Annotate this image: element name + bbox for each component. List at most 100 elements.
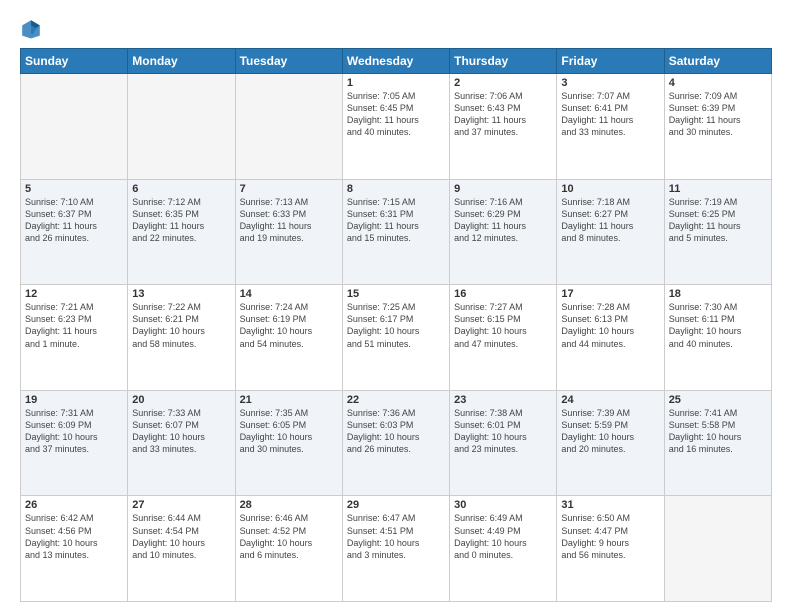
day-info: Sunrise: 6:46 AM Sunset: 4:52 PM Dayligh… <box>240 512 338 561</box>
calendar-cell: 8Sunrise: 7:15 AM Sunset: 6:31 PM Daylig… <box>342 179 449 285</box>
calendar-cell: 25Sunrise: 7:41 AM Sunset: 5:58 PM Dayli… <box>664 390 771 496</box>
day-number: 17 <box>561 288 659 300</box>
day-number: 7 <box>240 183 338 195</box>
weekday-header-friday: Friday <box>557 49 664 74</box>
weekday-header-tuesday: Tuesday <box>235 49 342 74</box>
calendar-cell: 16Sunrise: 7:27 AM Sunset: 6:15 PM Dayli… <box>450 285 557 391</box>
calendar-cell: 30Sunrise: 6:49 AM Sunset: 4:49 PM Dayli… <box>450 496 557 602</box>
day-number: 30 <box>454 499 552 511</box>
day-info: Sunrise: 6:49 AM Sunset: 4:49 PM Dayligh… <box>454 512 552 561</box>
day-info: Sunrise: 7:16 AM Sunset: 6:29 PM Dayligh… <box>454 196 552 245</box>
calendar-cell <box>21 74 128 180</box>
calendar-cell: 23Sunrise: 7:38 AM Sunset: 6:01 PM Dayli… <box>450 390 557 496</box>
logo <box>20 18 46 40</box>
calendar-cell: 10Sunrise: 7:18 AM Sunset: 6:27 PM Dayli… <box>557 179 664 285</box>
day-info: Sunrise: 7:19 AM Sunset: 6:25 PM Dayligh… <box>669 196 767 245</box>
day-info: Sunrise: 7:13 AM Sunset: 6:33 PM Dayligh… <box>240 196 338 245</box>
day-number: 21 <box>240 394 338 406</box>
day-info: Sunrise: 7:09 AM Sunset: 6:39 PM Dayligh… <box>669 90 767 139</box>
calendar-week-row: 5Sunrise: 7:10 AM Sunset: 6:37 PM Daylig… <box>21 179 772 285</box>
day-info: Sunrise: 7:39 AM Sunset: 5:59 PM Dayligh… <box>561 407 659 456</box>
day-number: 3 <box>561 77 659 89</box>
day-info: Sunrise: 7:30 AM Sunset: 6:11 PM Dayligh… <box>669 301 767 350</box>
calendar-table: SundayMondayTuesdayWednesdayThursdayFrid… <box>20 48 772 602</box>
day-info: Sunrise: 7:38 AM Sunset: 6:01 PM Dayligh… <box>454 407 552 456</box>
day-number: 8 <box>347 183 445 195</box>
calendar-cell: 21Sunrise: 7:35 AM Sunset: 6:05 PM Dayli… <box>235 390 342 496</box>
day-number: 14 <box>240 288 338 300</box>
day-number: 15 <box>347 288 445 300</box>
calendar-week-row: 12Sunrise: 7:21 AM Sunset: 6:23 PM Dayli… <box>21 285 772 391</box>
calendar-cell: 13Sunrise: 7:22 AM Sunset: 6:21 PM Dayli… <box>128 285 235 391</box>
weekday-header-sunday: Sunday <box>21 49 128 74</box>
calendar-week-row: 19Sunrise: 7:31 AM Sunset: 6:09 PM Dayli… <box>21 390 772 496</box>
calendar-cell: 6Sunrise: 7:12 AM Sunset: 6:35 PM Daylig… <box>128 179 235 285</box>
day-info: Sunrise: 7:41 AM Sunset: 5:58 PM Dayligh… <box>669 407 767 456</box>
calendar-cell: 11Sunrise: 7:19 AM Sunset: 6:25 PM Dayli… <box>664 179 771 285</box>
weekday-header-monday: Monday <box>128 49 235 74</box>
calendar-cell: 18Sunrise: 7:30 AM Sunset: 6:11 PM Dayli… <box>664 285 771 391</box>
day-number: 9 <box>454 183 552 195</box>
calendar-cell <box>664 496 771 602</box>
calendar-cell: 31Sunrise: 6:50 AM Sunset: 4:47 PM Dayli… <box>557 496 664 602</box>
calendar-week-row: 1Sunrise: 7:05 AM Sunset: 6:45 PM Daylig… <box>21 74 772 180</box>
calendar-cell: 14Sunrise: 7:24 AM Sunset: 6:19 PM Dayli… <box>235 285 342 391</box>
day-info: Sunrise: 7:21 AM Sunset: 6:23 PM Dayligh… <box>25 301 123 350</box>
day-number: 20 <box>132 394 230 406</box>
day-info: Sunrise: 7:28 AM Sunset: 6:13 PM Dayligh… <box>561 301 659 350</box>
day-number: 12 <box>25 288 123 300</box>
calendar-cell: 22Sunrise: 7:36 AM Sunset: 6:03 PM Dayli… <box>342 390 449 496</box>
calendar-cell: 24Sunrise: 7:39 AM Sunset: 5:59 PM Dayli… <box>557 390 664 496</box>
calendar-cell: 4Sunrise: 7:09 AM Sunset: 6:39 PM Daylig… <box>664 74 771 180</box>
day-number: 1 <box>347 77 445 89</box>
day-info: Sunrise: 7:35 AM Sunset: 6:05 PM Dayligh… <box>240 407 338 456</box>
calendar-cell <box>235 74 342 180</box>
calendar-cell: 17Sunrise: 7:28 AM Sunset: 6:13 PM Dayli… <box>557 285 664 391</box>
calendar-cell: 28Sunrise: 6:46 AM Sunset: 4:52 PM Dayli… <box>235 496 342 602</box>
day-number: 6 <box>132 183 230 195</box>
calendar-cell: 7Sunrise: 7:13 AM Sunset: 6:33 PM Daylig… <box>235 179 342 285</box>
calendar-cell: 15Sunrise: 7:25 AM Sunset: 6:17 PM Dayli… <box>342 285 449 391</box>
day-number: 29 <box>347 499 445 511</box>
calendar-cell: 2Sunrise: 7:06 AM Sunset: 6:43 PM Daylig… <box>450 74 557 180</box>
day-number: 10 <box>561 183 659 195</box>
calendar-cell: 3Sunrise: 7:07 AM Sunset: 6:41 PM Daylig… <box>557 74 664 180</box>
calendar-cell: 12Sunrise: 7:21 AM Sunset: 6:23 PM Dayli… <box>21 285 128 391</box>
day-info: Sunrise: 7:24 AM Sunset: 6:19 PM Dayligh… <box>240 301 338 350</box>
day-number: 11 <box>669 183 767 195</box>
day-info: Sunrise: 7:27 AM Sunset: 6:15 PM Dayligh… <box>454 301 552 350</box>
calendar-cell: 5Sunrise: 7:10 AM Sunset: 6:37 PM Daylig… <box>21 179 128 285</box>
day-number: 25 <box>669 394 767 406</box>
day-number: 28 <box>240 499 338 511</box>
page: SundayMondayTuesdayWednesdayThursdayFrid… <box>0 0 792 612</box>
calendar-week-row: 26Sunrise: 6:42 AM Sunset: 4:56 PM Dayli… <box>21 496 772 602</box>
day-number: 22 <box>347 394 445 406</box>
day-info: Sunrise: 7:12 AM Sunset: 6:35 PM Dayligh… <box>132 196 230 245</box>
calendar-cell: 27Sunrise: 6:44 AM Sunset: 4:54 PM Dayli… <box>128 496 235 602</box>
day-info: Sunrise: 7:33 AM Sunset: 6:07 PM Dayligh… <box>132 407 230 456</box>
day-number: 27 <box>132 499 230 511</box>
day-number: 23 <box>454 394 552 406</box>
day-info: Sunrise: 7:18 AM Sunset: 6:27 PM Dayligh… <box>561 196 659 245</box>
day-number: 26 <box>25 499 123 511</box>
day-number: 16 <box>454 288 552 300</box>
day-number: 13 <box>132 288 230 300</box>
calendar-cell: 20Sunrise: 7:33 AM Sunset: 6:07 PM Dayli… <box>128 390 235 496</box>
weekday-header-row: SundayMondayTuesdayWednesdayThursdayFrid… <box>21 49 772 74</box>
weekday-header-saturday: Saturday <box>664 49 771 74</box>
calendar-cell: 1Sunrise: 7:05 AM Sunset: 6:45 PM Daylig… <box>342 74 449 180</box>
calendar-cell: 26Sunrise: 6:42 AM Sunset: 4:56 PM Dayli… <box>21 496 128 602</box>
day-info: Sunrise: 7:31 AM Sunset: 6:09 PM Dayligh… <box>25 407 123 456</box>
day-info: Sunrise: 7:10 AM Sunset: 6:37 PM Dayligh… <box>25 196 123 245</box>
day-info: Sunrise: 7:36 AM Sunset: 6:03 PM Dayligh… <box>347 407 445 456</box>
calendar-cell: 19Sunrise: 7:31 AM Sunset: 6:09 PM Dayli… <box>21 390 128 496</box>
day-number: 2 <box>454 77 552 89</box>
day-info: Sunrise: 6:50 AM Sunset: 4:47 PM Dayligh… <box>561 512 659 561</box>
day-number: 18 <box>669 288 767 300</box>
day-number: 4 <box>669 77 767 89</box>
day-info: Sunrise: 6:47 AM Sunset: 4:51 PM Dayligh… <box>347 512 445 561</box>
header <box>20 18 772 40</box>
day-info: Sunrise: 7:25 AM Sunset: 6:17 PM Dayligh… <box>347 301 445 350</box>
day-info: Sunrise: 7:05 AM Sunset: 6:45 PM Dayligh… <box>347 90 445 139</box>
day-info: Sunrise: 6:42 AM Sunset: 4:56 PM Dayligh… <box>25 512 123 561</box>
